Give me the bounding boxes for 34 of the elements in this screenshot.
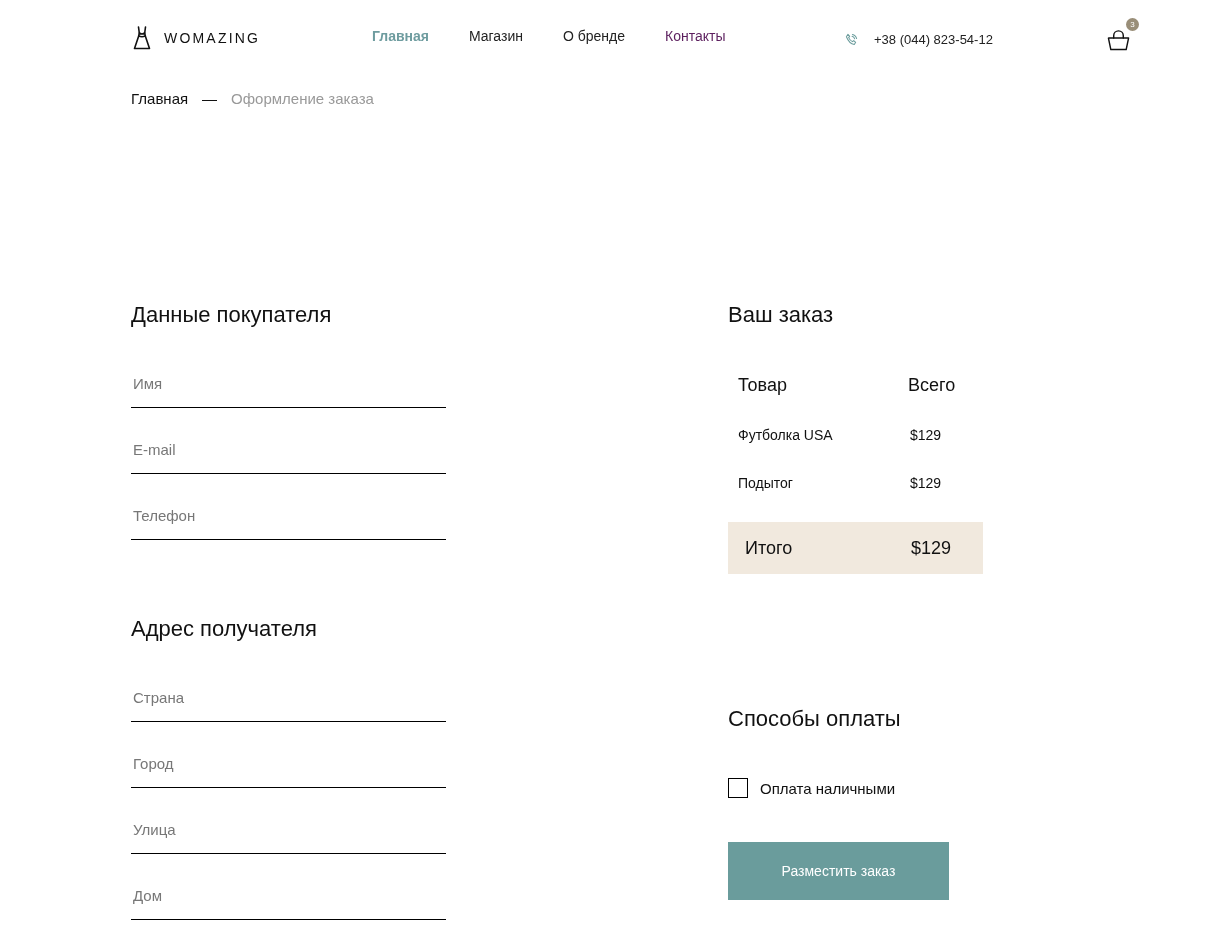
phone-icon <box>845 32 858 46</box>
price-text: $129 <box>910 427 942 443</box>
checkbox-label: Оплата наличными <box>760 779 896 797</box>
cart-button[interactable] <box>1107 29 1130 51</box>
input-field[interactable]: Улица <box>131 805 446 854</box>
phone-number[interactable]: +38 (044) 823-54-12 <box>874 31 993 47</box>
total-price: $129 <box>911 537 952 559</box>
input-field[interactable]: Город <box>131 739 446 788</box>
nav-link[interactable]: О бренде <box>562 28 625 44</box>
column-header: Всего <box>908 374 956 396</box>
row-label: Футболка USA <box>738 427 833 443</box>
column-header: Товар <box>738 374 787 396</box>
section-heading: Данные покупателя <box>131 302 332 328</box>
input-field[interactable]: Телефон <box>131 491 446 540</box>
logo-text[interactable]: WOMAZING <box>164 30 261 46</box>
section-heading: Ваш заказ <box>728 302 834 328</box>
breadcrumb-link[interactable]: Главная <box>131 90 189 108</box>
basket-icon <box>1107 29 1130 51</box>
cart-count-badge: 3 <box>1126 18 1139 31</box>
breadcrumb-current-page: Оформление заказа <box>231 90 374 108</box>
dress-icon <box>133 26 151 50</box>
input-field[interactable]: Страна <box>131 673 446 722</box>
input-field[interactable]: Имя <box>131 359 446 408</box>
breadcrumb-separator: — <box>202 90 218 108</box>
nav-link[interactable]: Контакты <box>665 28 726 44</box>
input-field[interactable]: E-mail <box>131 425 446 474</box>
checkbox[interactable] <box>728 778 748 798</box>
section-heading: Адрес получателя <box>131 616 317 642</box>
total-label: Итого <box>745 537 793 559</box>
price-text: $129 <box>910 475 942 491</box>
section-heading: Способы оплаты <box>728 706 901 732</box>
nav-link[interactable]: Магазин <box>468 28 523 44</box>
row-label: Подытог <box>738 475 793 491</box>
input-field[interactable]: Дом <box>131 871 446 920</box>
